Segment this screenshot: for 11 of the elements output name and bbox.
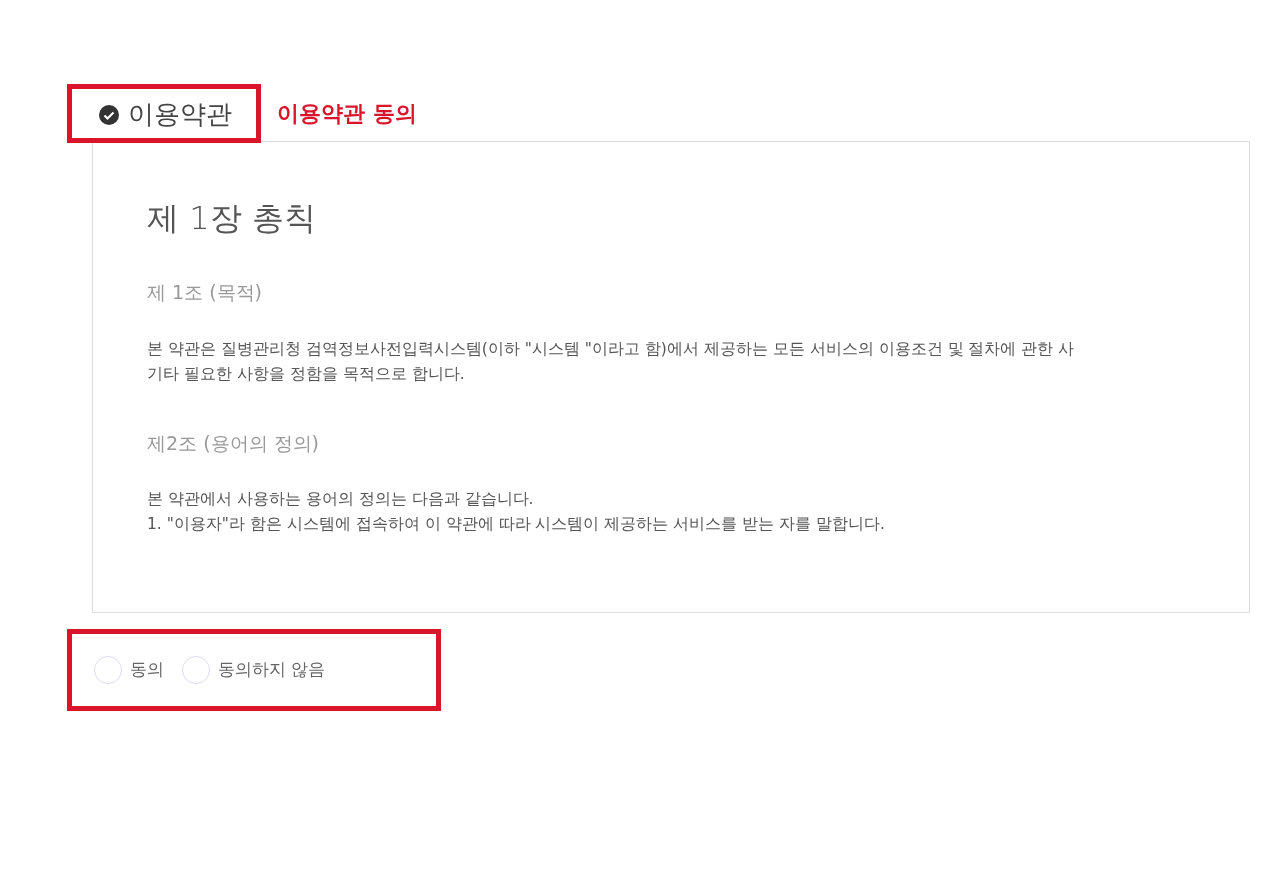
article-heading: 제 1조 (목적) <box>147 280 263 305</box>
article-text: 본 약관에서 사용하는 용어의 정의는 다음과 같습니다. <box>147 489 535 510</box>
article-text: 본 약관은 질병관리청 검역정보사전입력시스템(이하 "시스템 "이라고 함)에서 제공하는 모든 서비스의 이용조건 및 절차에 관한 사 <box>147 338 1076 360</box>
article-heading: 제2조 (용어의 정의) <box>147 430 320 456</box>
section-title: 이용약관 <box>128 98 232 131</box>
radio-option[interactable]: 동의 <box>94 656 164 684</box>
annotation-label: 이용약관 동의 <box>277 100 417 128</box>
article-text: 기타 필요한 사항을 정함을 목적으로 합니다. <box>147 363 466 385</box>
chapter-heading: 제 1장 총칙 <box>147 198 317 239</box>
article-text: 1. "이용자"라 함은 시스템에 접속하여 이 약관에 따라 시스템이 제공하는 서비스를 받는 자를 말합니다. <box>147 514 887 535</box>
radio-option[interactable]: 동의하지 않음 <box>182 656 326 684</box>
